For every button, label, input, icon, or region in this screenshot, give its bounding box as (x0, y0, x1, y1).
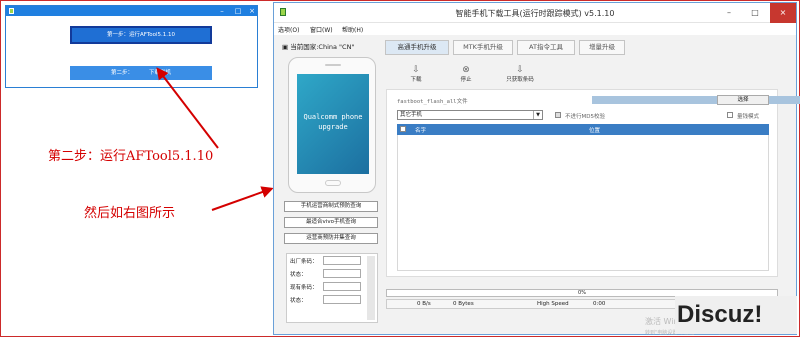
status-label-1: 状态： (290, 272, 307, 278)
phone-home-button (325, 180, 341, 186)
arrow-to-step2 (156, 67, 219, 149)
bytes-status: 0 Bytes (453, 301, 474, 307)
current-barcode-input[interactable] (323, 282, 361, 291)
status-input-1[interactable] (323, 269, 361, 278)
speed-status: 0 B/s (417, 301, 431, 307)
chevron-down-icon: ▼ (533, 111, 542, 119)
barcode-panel: 出厂条码： 状态： 现有条码： 状态： (286, 253, 378, 323)
main-tool-window: 智能手机下载工具(运行时跟踪模式) v5.1.10 – □ × 选项(O) 窗口… (273, 2, 800, 335)
phone-model-value: 其它手机 (400, 112, 423, 118)
col-name: 名字 (415, 128, 427, 134)
stop-button[interactable]: ⊗ 停止 (448, 65, 484, 83)
dev-mode-label: 量钱模式 (737, 114, 760, 120)
left-pane: ▣ 当前国家:China "CN" Qualcomm phone upgrade… (282, 37, 382, 327)
phone-screen-line1: Qualcomm phone (303, 113, 363, 121)
file-list[interactable] (397, 135, 769, 271)
vivo-query-button[interactable]: 最适合vivo手机查询 (284, 217, 378, 228)
minimize-icon[interactable]: – (716, 3, 742, 23)
stop-icon: ⊗ (462, 65, 470, 75)
menu-window[interactable]: 窗口(W) (310, 25, 333, 34)
stop-label: 停止 (460, 77, 472, 83)
file-list-header: 名字 位置 (397, 124, 769, 135)
download-button[interactable]: ⇩ 下载 (398, 65, 434, 83)
barcode-scrollbar[interactable] (367, 256, 375, 320)
close-icon[interactable]: × (770, 3, 796, 23)
status-label-2: 状态： (290, 298, 307, 304)
time-status: 0:00 (593, 301, 606, 307)
main-titlebar: 智能手机下载工具(运行时跟踪模式) v5.1.10 – □ × (274, 3, 796, 23)
phone-speaker (325, 64, 341, 66)
tab-incremental[interactable]: 增量升级 (579, 40, 625, 55)
no-md5-label: 不进行MD5校验 (565, 114, 605, 120)
get-barcode-button[interactable]: ⇩ 只获取条码 (496, 65, 544, 83)
usb-mode-status: High Speed (537, 301, 569, 307)
tab-mtk[interactable]: MTK手机升级 (453, 40, 513, 55)
tab-qualcomm[interactable]: 高通手机升级 (385, 40, 449, 55)
carrier-union-query-button[interactable]: 运营商预防并集查询 (284, 233, 378, 244)
no-md5-checkbox[interactable] (555, 112, 561, 118)
file-label: fastboot_flash_all文件 (397, 99, 468, 105)
download-label: 下载 (410, 77, 422, 83)
menu-options[interactable]: 选项(O) (278, 25, 299, 34)
select-all-checkbox[interactable] (400, 126, 406, 132)
status-input-2[interactable] (323, 295, 361, 304)
flash-panel: fastboot_flash_all文件 选择 其它手机 ▼ 不进行MD5校验 … (386, 89, 800, 277)
phone-image: Qualcomm phone upgrade (288, 57, 376, 193)
dev-mode-checkbox[interactable] (727, 112, 733, 118)
arrow-to-main (211, 186, 274, 211)
maximize-icon[interactable]: □ (742, 3, 768, 23)
download-icon: ⇩ (412, 65, 420, 75)
carrier-query-button[interactable]: 手机运营商制式预防查询 (284, 201, 378, 212)
phone-screen: Qualcomm phone upgrade (297, 74, 369, 174)
monitor-icon: ▣ (282, 43, 289, 51)
barcode-icon: ⇩ (516, 65, 524, 75)
tab-at[interactable]: AT指令工具 (517, 40, 575, 55)
country-text: 当前国家:China "CN" (290, 43, 355, 51)
country-label: ▣ 当前国家:China "CN" (282, 41, 354, 51)
select-file-button[interactable]: 选择 (717, 95, 769, 105)
menu-bar: 选项(O) 窗口(W) 帮助(H) (274, 23, 796, 35)
menu-help[interactable]: 帮助(H) (342, 25, 363, 34)
discuz-logo: Discuz! (675, 296, 797, 334)
factory-barcode-label: 出厂条码： (290, 259, 318, 265)
col-location: 位置 (589, 128, 601, 134)
factory-barcode-input[interactable] (323, 256, 361, 265)
get-barcode-label: 只获取条码 (506, 77, 534, 83)
current-barcode-label: 现有条码： (290, 285, 318, 291)
phone-model-select[interactable]: 其它手机 ▼ (397, 110, 543, 120)
phone-screen-line2: upgrade (318, 123, 348, 131)
